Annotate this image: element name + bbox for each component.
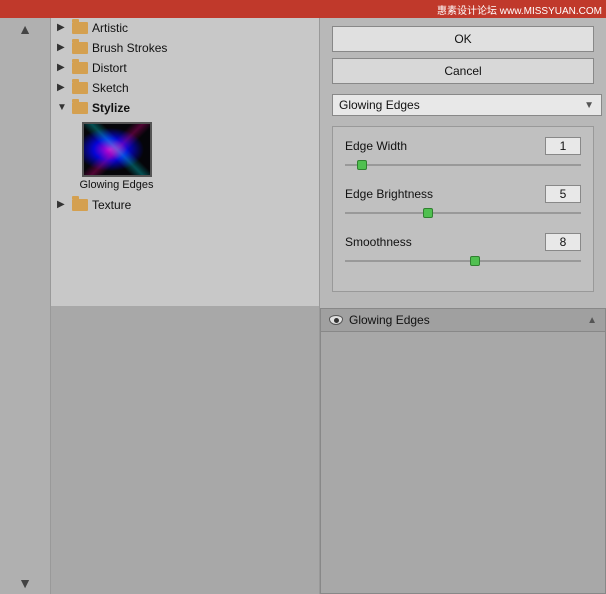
smoothness-header: Smoothness [345, 233, 581, 251]
thumb-label: Glowing Edges [80, 179, 154, 191]
arrow-brush [57, 42, 69, 54]
filter-label-stylize: Stylize [92, 101, 130, 115]
folder-icon-texture [72, 199, 88, 211]
folder-icon-stylize [72, 102, 88, 114]
filter-dropdown-row: Glowing Edges ▼ [332, 94, 594, 116]
arrow-sketch [57, 82, 69, 94]
arrow-artistic [57, 22, 69, 34]
filter-label-brush: Brush Strokes [92, 41, 167, 55]
edge-width-label: Edge Width [345, 139, 407, 153]
filter-item-brush-strokes[interactable]: Brush Strokes [51, 38, 319, 58]
edge-width-input[interactable] [545, 137, 581, 155]
bottom-preview-panel: Glowing Edges ▲ [320, 308, 606, 594]
right-controls: OK Cancel Glowing Edges ▼ Edge Width [320, 18, 606, 308]
smoothness-slider [345, 255, 581, 267]
settings-panel: Edge Width Edge Brightness [332, 126, 594, 292]
preview-header: Glowing Edges ▲ [321, 309, 605, 332]
edge-brightness-thumb[interactable] [423, 208, 433, 218]
top-bar: 惠素设计论坛 www.MISSYUAN.COM [0, 0, 606, 18]
edge-brightness-slider [345, 207, 581, 219]
filter-item-distort[interactable]: Distort [51, 58, 319, 78]
glowing-edges-thumb[interactable]: Glowing Edges [79, 122, 154, 191]
folder-icon-sketch [72, 82, 88, 94]
center-panel: Artistic Brush Strokes Distort Sketch [50, 18, 320, 594]
smoothness-thumb[interactable] [470, 256, 480, 266]
arrow-stylize [57, 102, 69, 114]
preview-title: Glowing Edges [349, 313, 430, 327]
eye-pupil [334, 318, 339, 323]
folder-icon-brush [72, 42, 88, 54]
folder-icon-distort [72, 62, 88, 74]
center-bottom-area [51, 306, 319, 594]
smoothness-track [345, 260, 581, 262]
edge-brightness-track [345, 212, 581, 214]
filter-label-texture: Texture [92, 198, 131, 212]
thumb-preview-img [82, 122, 152, 177]
smoothness-row: Smoothness [345, 233, 581, 267]
filter-item-sketch[interactable]: Sketch [51, 78, 319, 98]
folder-icon-artistic [72, 22, 88, 34]
filter-item-artistic[interactable]: Artistic [51, 18, 319, 38]
smoothness-label: Smoothness [345, 235, 412, 249]
ok-button[interactable]: OK [332, 26, 594, 52]
cancel-button[interactable]: Cancel [332, 58, 594, 84]
preview-scroll-arrow[interactable]: ▲ [587, 315, 597, 326]
filter-label-sketch: Sketch [92, 81, 129, 95]
scroll-down-arrow[interactable]: ▼ [18, 576, 32, 590]
smoothness-input[interactable] [545, 233, 581, 251]
edge-brightness-row: Edge Brightness [345, 185, 581, 219]
left-panel: ▲ ▼ [0, 18, 50, 594]
edge-width-track [345, 164, 581, 166]
edge-width-row: Edge Width [345, 137, 581, 171]
main-container: ▲ ▼ Artistic Brush Strokes Distort [0, 18, 606, 594]
watermark: 惠素设计论坛 www.MISSYUAN.COM [437, 2, 602, 17]
arrow-distort [57, 62, 69, 74]
filter-list: Artistic Brush Strokes Distort Sketch [51, 18, 319, 306]
scroll-up-arrow[interactable]: ▲ [18, 22, 32, 36]
filter-item-stylize[interactable]: Stylize [51, 98, 319, 118]
arrow-texture [57, 199, 69, 211]
filter-label-distort: Distort [92, 61, 127, 75]
edge-brightness-label: Edge Brightness [345, 187, 433, 201]
right-panel: OK Cancel Glowing Edges ▼ Edge Width [320, 18, 606, 594]
glow-lines [84, 124, 150, 175]
edge-width-thumb[interactable] [357, 160, 367, 170]
edge-width-slider [345, 159, 581, 171]
edge-width-header: Edge Width [345, 137, 581, 155]
filter-dropdown[interactable]: Glowing Edges [332, 94, 602, 116]
preview-content [321, 332, 605, 593]
filter-label-artistic: Artistic [92, 21, 128, 35]
filter-item-texture[interactable]: Texture [51, 195, 319, 215]
edge-brightness-input[interactable] [545, 185, 581, 203]
eye-icon[interactable] [329, 315, 343, 325]
edge-brightness-header: Edge Brightness [345, 185, 581, 203]
